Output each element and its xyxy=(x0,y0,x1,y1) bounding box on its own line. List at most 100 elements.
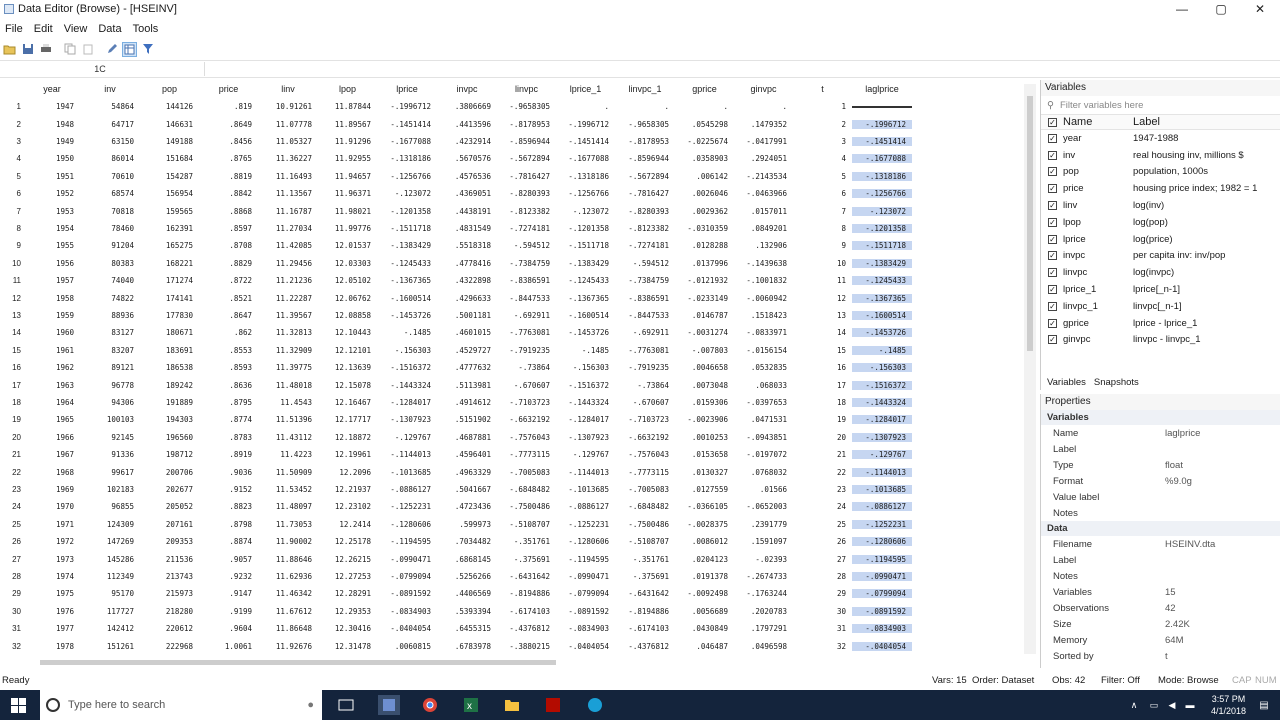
cell-laglprice[interactable]: -.1144013 xyxy=(852,467,912,477)
cell-lpop[interactable]: 11.91296 xyxy=(318,137,377,146)
system-clock[interactable]: 3:57 PM 4/1/2018 xyxy=(1211,693,1246,717)
column-header-linvpc[interactable]: linvpc xyxy=(497,82,556,98)
cell-price[interactable]: .8874 xyxy=(199,537,258,546)
cell-linvpc[interactable]: -.7500486 xyxy=(497,502,556,511)
cell-ginvpc[interactable]: -.0833971 xyxy=(734,328,793,337)
menu-view[interactable]: View xyxy=(59,23,94,35)
cell-gprice[interactable]: -.0028375 xyxy=(675,520,734,529)
cell-lprice[interactable]: -.1453726 xyxy=(377,311,437,320)
cell-year[interactable]: 1954 xyxy=(24,224,80,233)
variable-row[interactable]: ✓ inv real housing inv, millions $ xyxy=(1041,147,1280,164)
cell-linvpc[interactable]: -.4376812 xyxy=(497,624,556,633)
cell-lprice_1[interactable]: -.1307923 xyxy=(556,433,615,442)
cell-lpop[interactable]: 12.29353 xyxy=(318,607,377,616)
cell-gprice[interactable]: . xyxy=(675,102,734,111)
cell-inv[interactable]: 145286 xyxy=(80,555,140,564)
cell-invpc[interactable]: .5113981 xyxy=(437,381,497,390)
cell-lprice[interactable]: -.129767 xyxy=(377,433,437,442)
cell-inv[interactable]: 68574 xyxy=(80,189,140,198)
cell-ginvpc[interactable]: -.2143534 xyxy=(734,172,793,181)
cell-year[interactable]: 1952 xyxy=(24,189,80,198)
row-number[interactable]: 19 xyxy=(0,415,24,424)
cell-inv[interactable]: 96855 xyxy=(80,502,140,511)
cell-linv[interactable]: 11.16787 xyxy=(258,207,318,216)
cell-laglprice[interactable]: -.1256766 xyxy=(852,189,912,199)
row-number[interactable]: 22 xyxy=(0,468,24,477)
cell-linvpc_1[interactable]: -.7919235 xyxy=(615,363,675,372)
cell-gprice[interactable]: -.0366105 xyxy=(675,502,734,511)
cell-linvpc[interactable]: -.7763081 xyxy=(497,328,556,337)
cell-price[interactable]: .8722 xyxy=(199,276,258,285)
property-value[interactable]: t xyxy=(1165,651,1168,662)
cell-lprice_1[interactable]: -.1201358 xyxy=(556,224,615,233)
cell-pop[interactable]: 189242 xyxy=(140,381,199,390)
cell-price[interactable]: .8774 xyxy=(199,415,258,424)
cell-linvpc_1[interactable]: -.375691 xyxy=(615,572,675,581)
cell-linvpc_1[interactable]: -.8447533 xyxy=(615,311,675,320)
maximize-button[interactable]: ▢ xyxy=(1201,0,1241,18)
acrobat-icon[interactable] xyxy=(543,695,563,715)
cell-laglprice[interactable]: -.1013685 xyxy=(852,484,912,494)
column-header-laglprice[interactable]: laglprice xyxy=(852,82,912,98)
cell-year[interactable]: 1949 xyxy=(24,137,80,146)
cell-ginvpc[interactable]: .068033 xyxy=(734,381,793,390)
cell-inv[interactable]: 99617 xyxy=(80,468,140,477)
cell-lprice[interactable]: -.1307923 xyxy=(377,415,437,424)
row-number[interactable]: 26 xyxy=(0,537,24,546)
cell-year[interactable]: 1965 xyxy=(24,415,80,424)
cell-linv[interactable]: 10.91261 xyxy=(258,102,318,111)
cell-linvpc_1[interactable]: -.351761 xyxy=(615,555,675,564)
cell-linvpc[interactable]: -.6174103 xyxy=(497,607,556,616)
cell-t[interactable]: 23 xyxy=(793,485,852,494)
variable-row[interactable]: ✓ invpc per capita inv: inv/pop xyxy=(1041,248,1280,265)
browse-icon[interactable] xyxy=(122,41,137,57)
cell-ginvpc[interactable]: .1518423 xyxy=(734,311,793,320)
cell-linv[interactable]: 11.4223 xyxy=(258,450,318,459)
cell-inv[interactable]: 117727 xyxy=(80,607,140,616)
cell-linv[interactable]: 11.32909 xyxy=(258,346,318,355)
cell-year[interactable]: 1964 xyxy=(24,398,80,407)
cell-price[interactable]: .9152 xyxy=(199,485,258,494)
cell-pop[interactable]: 218280 xyxy=(140,607,199,616)
cell-t[interactable]: 4 xyxy=(793,154,852,163)
cell-lprice[interactable]: -.1252231 xyxy=(377,502,437,511)
cell-laglprice[interactable]: -.0886127 xyxy=(852,502,912,512)
tab-variables[interactable]: Variables xyxy=(1047,377,1086,388)
cell-linvpc[interactable]: -.6632192 xyxy=(497,415,556,424)
cell-price[interactable]: .9057 xyxy=(199,555,258,564)
cell-lprice_1[interactable]: -.0886127 xyxy=(556,502,615,511)
cell-linv[interactable]: 11.05327 xyxy=(258,137,318,146)
cell-invpc[interactable]: .4777632 xyxy=(437,363,497,372)
row-number[interactable]: 2 xyxy=(0,120,24,129)
cell-price[interactable]: .8823 xyxy=(199,502,258,511)
cell-invpc[interactable]: .4576536 xyxy=(437,172,497,181)
cell-lprice_1[interactable]: -.1367365 xyxy=(556,294,615,303)
cell-t[interactable]: 3 xyxy=(793,137,852,146)
row-number[interactable]: 24 xyxy=(0,502,24,511)
cell-linvpc[interactable]: -.594512 xyxy=(497,241,556,250)
cell-year[interactable]: 1971 xyxy=(24,520,80,529)
cell-laglprice[interactable]: -.1307923 xyxy=(852,432,912,442)
row-number[interactable]: 21 xyxy=(0,450,24,459)
cell-lprice[interactable]: -.1511718 xyxy=(377,224,437,233)
cell-lpop[interactable]: 12.26215 xyxy=(318,555,377,564)
cell-linv[interactable]: 11.43112 xyxy=(258,433,318,442)
cell-price[interactable]: .8819 xyxy=(199,172,258,181)
cell-lpop[interactable]: 12.27253 xyxy=(318,572,377,581)
cell-lpop[interactable]: 12.2096 xyxy=(318,468,377,477)
cell-lprice[interactable]: -.123072 xyxy=(377,189,437,198)
cell-ginvpc[interactable]: .0157011 xyxy=(734,207,793,216)
cell-inv[interactable]: 91204 xyxy=(80,241,140,250)
cell-invpc[interactable]: .4687881 xyxy=(437,433,497,442)
cell-lprice_1[interactable]: -.1284017 xyxy=(556,415,615,424)
row-number[interactable]: 29 xyxy=(0,589,24,598)
cell-lprice[interactable]: -.1451414 xyxy=(377,120,437,129)
cell-laglprice[interactable]: -.1443324 xyxy=(852,397,912,407)
cell-price[interactable]: .8708 xyxy=(199,241,258,250)
cell-lprice_1[interactable]: -.0990471 xyxy=(556,572,615,581)
cell-invpc[interactable]: .5151902 xyxy=(437,415,497,424)
cell-laglprice[interactable]: -.156303 xyxy=(852,363,912,373)
cell-inv[interactable]: 83127 xyxy=(80,328,140,337)
cell-year[interactable]: 1951 xyxy=(24,172,80,181)
cell-lprice_1[interactable]: -.1013685 xyxy=(556,485,615,494)
